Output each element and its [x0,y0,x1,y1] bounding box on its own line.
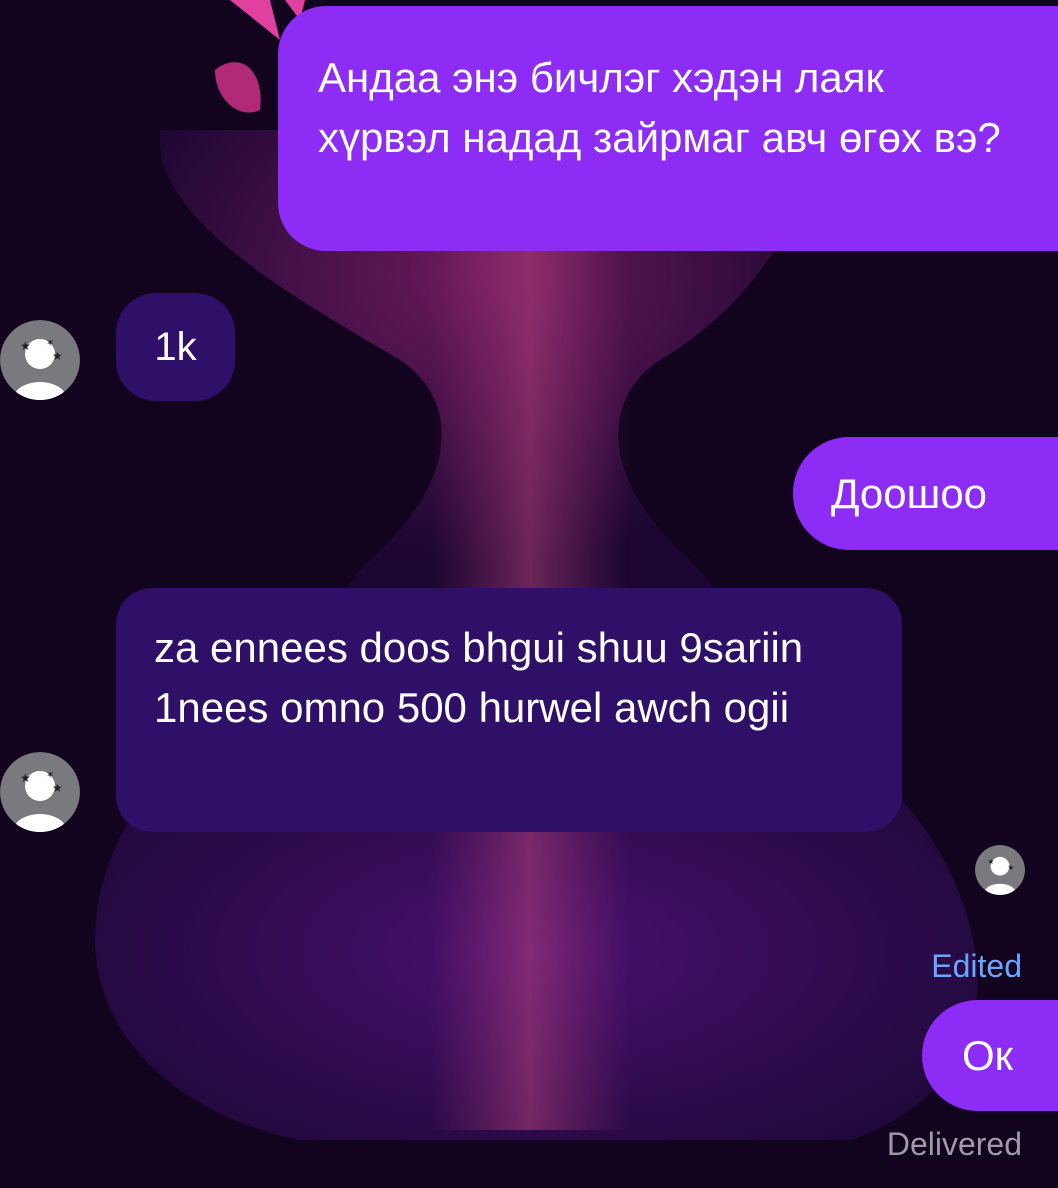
read-receipt-avatar-icon: ★ ★ [975,845,1025,895]
incoming-message-bubble[interactable]: 1k [116,293,235,401]
svg-text:✶: ✶ [46,770,54,781]
incoming-message-bubble[interactable]: za ennees doos bhgui shuu 9sariin 1nees … [116,588,902,832]
outgoing-message-bubble[interactable]: Андаа энэ бичлэг хэдэн лаяк хүрвэл надад… [278,6,1058,251]
delivered-status: Delivered [886,1126,1022,1162]
svg-text:✶: ✶ [46,338,54,349]
message-text: Андаа энэ бичлэг хэдэн лаяк хүрвэл надад… [318,54,1001,161]
svg-text:★: ★ [52,349,63,363]
svg-text:★: ★ [52,781,63,795]
avatar-icon: ★ ✶ ★ [0,320,80,400]
contact-avatar-icon[interactable]: ★ ✶ ★ [0,752,80,832]
svg-text:★: ★ [20,339,31,353]
svg-text:★: ★ [20,771,31,785]
avatar-icon: ★ ★ [975,845,1025,895]
message-text: 1k [154,325,197,369]
outgoing-message-bubble[interactable]: Ок [922,1000,1058,1111]
message-text: Доошоо [831,470,988,517]
avatar-icon: ★ ✶ ★ [0,752,80,832]
edited-label[interactable]: Edited [931,948,1022,985]
svg-text:★: ★ [1008,863,1015,872]
svg-text:★: ★ [988,857,995,866]
message-text: Ок [962,1032,1014,1079]
contact-avatar-icon[interactable]: ★ ✶ ★ [0,320,80,400]
message-text: za ennees doos bhgui shuu 9sariin 1nees … [154,624,804,731]
outgoing-message-bubble[interactable]: Доошоо [793,437,1058,550]
